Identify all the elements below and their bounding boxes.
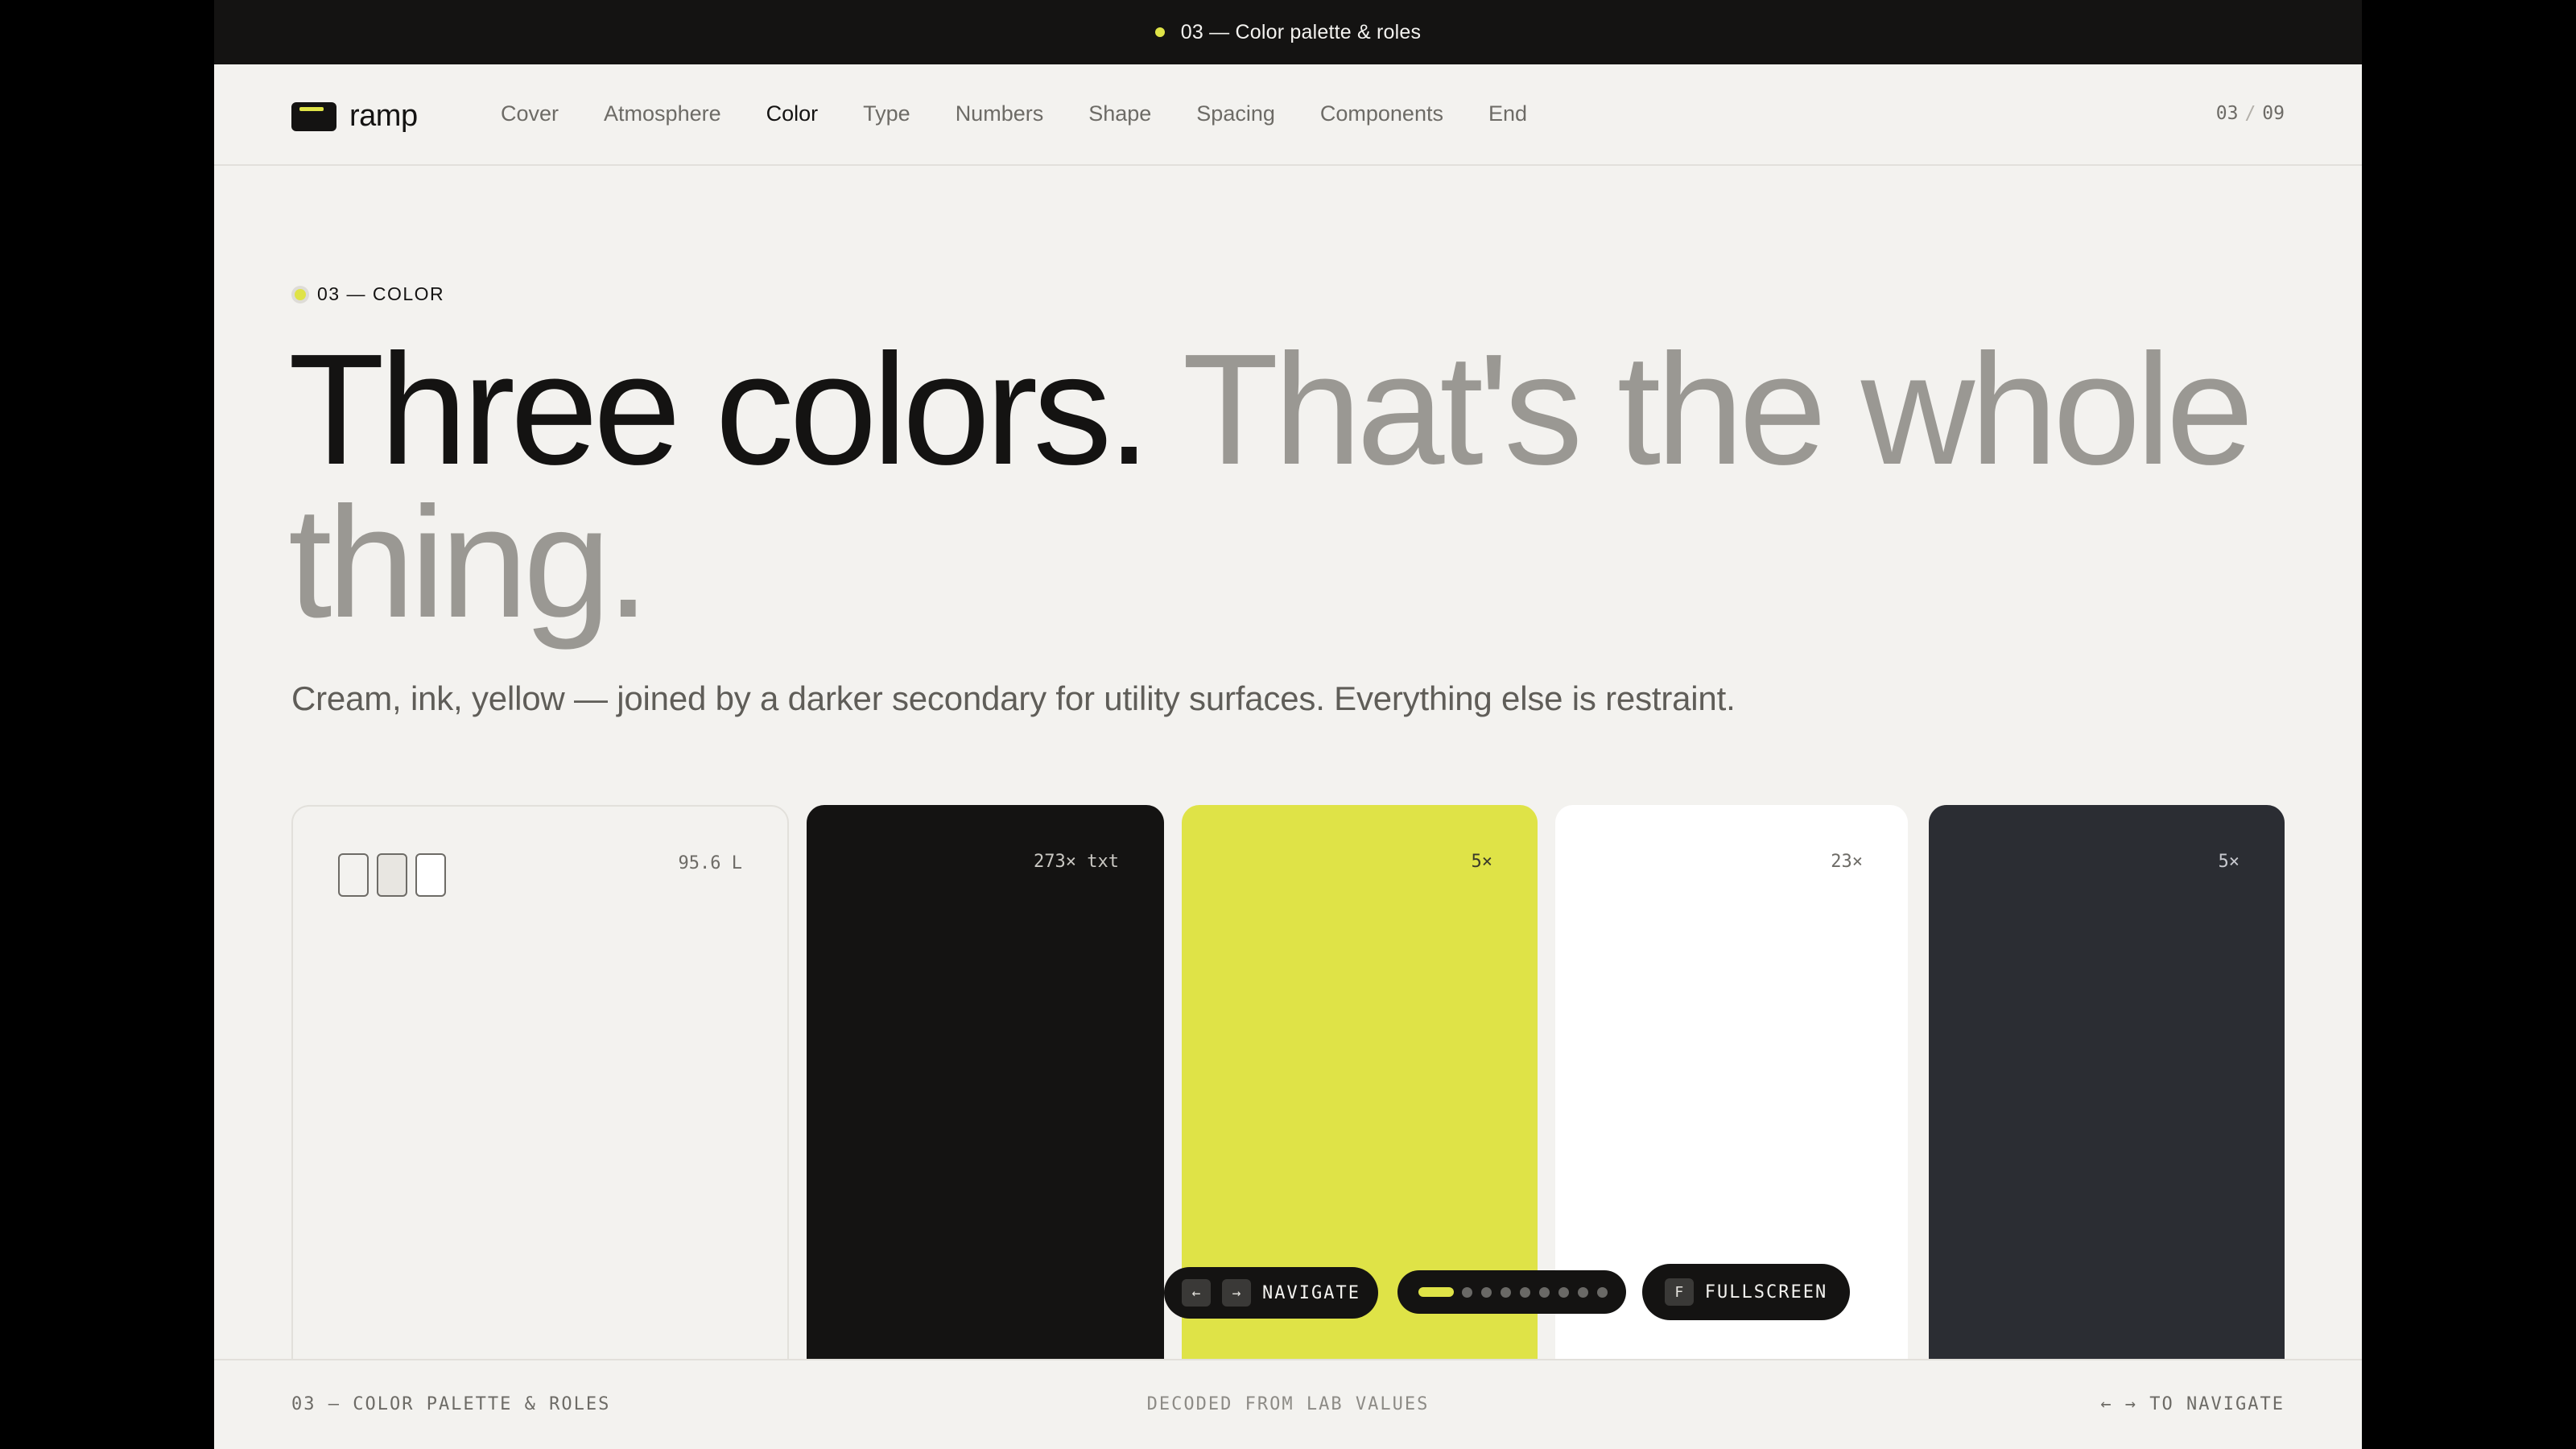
chip-white-icon — [415, 853, 446, 897]
swatch-meta: 5× — [1471, 852, 1493, 872]
page-title: Three colors. That's the whole thing. — [288, 331, 2317, 642]
nav-item-spacing[interactable]: Spacing — [1196, 101, 1275, 126]
page-counter: 03/ 09 — [2216, 103, 2285, 124]
page-total: 09 — [2262, 103, 2285, 124]
headline-primary: Three colors. — [288, 321, 1151, 497]
nav-item-cover[interactable]: Cover — [501, 101, 559, 126]
brand-name: ramp — [349, 99, 418, 133]
progress-dot[interactable] — [1481, 1286, 1492, 1298]
brand-logo[interactable]: ramp — [291, 99, 418, 134]
nav-item-type[interactable]: Type — [863, 101, 910, 126]
nav-item-atmosphere[interactable]: Atmosphere — [604, 101, 721, 126]
footer-left: 03 — COLOR PALETTE & ROLES — [291, 1394, 611, 1414]
page-separator: / — [2244, 103, 2256, 124]
section-label: 03 — COLOR — [291, 283, 444, 305]
cream-chips — [338, 853, 454, 897]
main-nav: ramp Cover Atmosphere Color Type Numbers… — [214, 64, 2362, 166]
swatch-meta: 23× — [1831, 852, 1863, 872]
swatch-cream: 95.6 L — [291, 805, 789, 1385]
section-label-text: 03 — COLOR — [317, 283, 445, 304]
nav-item-end[interactable]: End — [1488, 101, 1527, 126]
footer-right: ← → TO NAVIGATE — [2100, 1394, 2285, 1414]
page-current: 03 — [2215, 103, 2239, 124]
chip-cream-dark-icon — [377, 853, 407, 897]
section-bullet-icon — [295, 288, 306, 300]
chip-cream-icon — [338, 853, 369, 897]
progress-dot[interactable] — [1597, 1286, 1608, 1298]
progress-dot[interactable] — [1462, 1286, 1472, 1298]
progress-dot[interactable] — [1558, 1286, 1569, 1298]
footer: DECODED FROM LAB VALUES 03 — COLOR PALET… — [214, 1359, 2362, 1449]
progress-dot[interactable] — [1520, 1286, 1530, 1298]
fullscreen-key: F — [1664, 1278, 1694, 1306]
nav-item-color[interactable]: Color — [766, 101, 819, 126]
swatch-slate: 5× — [1929, 805, 2285, 1385]
nav-item-numbers[interactable]: Numbers — [956, 101, 1044, 126]
progress-active-dot[interactable] — [1418, 1287, 1454, 1297]
progress-dot[interactable] — [1578, 1286, 1588, 1298]
page-subtitle: Cream, ink, yellow — joined by a darker … — [291, 679, 1736, 717]
top-bar-title: 03 — Color palette & roles — [1180, 20, 1422, 43]
status-dot-icon — [1154, 27, 1165, 37]
top-bar: 03 — Color palette & roles — [214, 0, 2362, 64]
fullscreen-button[interactable]: F FULLSCREEN — [1642, 1264, 1850, 1320]
navigate-label: NAVIGATE — [1262, 1282, 1360, 1303]
progress-dot[interactable] — [1539, 1286, 1550, 1298]
swatch-meta: 95.6 L — [678, 853, 742, 873]
slide-frame: 03 — Color palette & roles ramp Cover At… — [214, 0, 2362, 1449]
swatch-meta: 5× — [2218, 852, 2240, 872]
nav-item-shape[interactable]: Shape — [1088, 101, 1151, 126]
fullscreen-label: FULLSCREEN — [1704, 1282, 1828, 1302]
prev-arrow-button[interactable]: ← — [1182, 1279, 1212, 1307]
next-arrow-button[interactable]: → — [1222, 1279, 1252, 1307]
nav-items: Cover Atmosphere Color Type Numbers Shap… — [501, 101, 1572, 126]
slide-progress — [1397, 1270, 1626, 1314]
progress-dot[interactable] — [1501, 1286, 1511, 1298]
swatch-ink: 273× txt — [807, 805, 1164, 1385]
ramp-logo-icon — [291, 101, 336, 131]
swatch-meta: 273× txt — [1034, 852, 1119, 872]
navigate-control: ← → NAVIGATE — [1164, 1267, 1378, 1319]
nav-item-components[interactable]: Components — [1320, 101, 1443, 126]
